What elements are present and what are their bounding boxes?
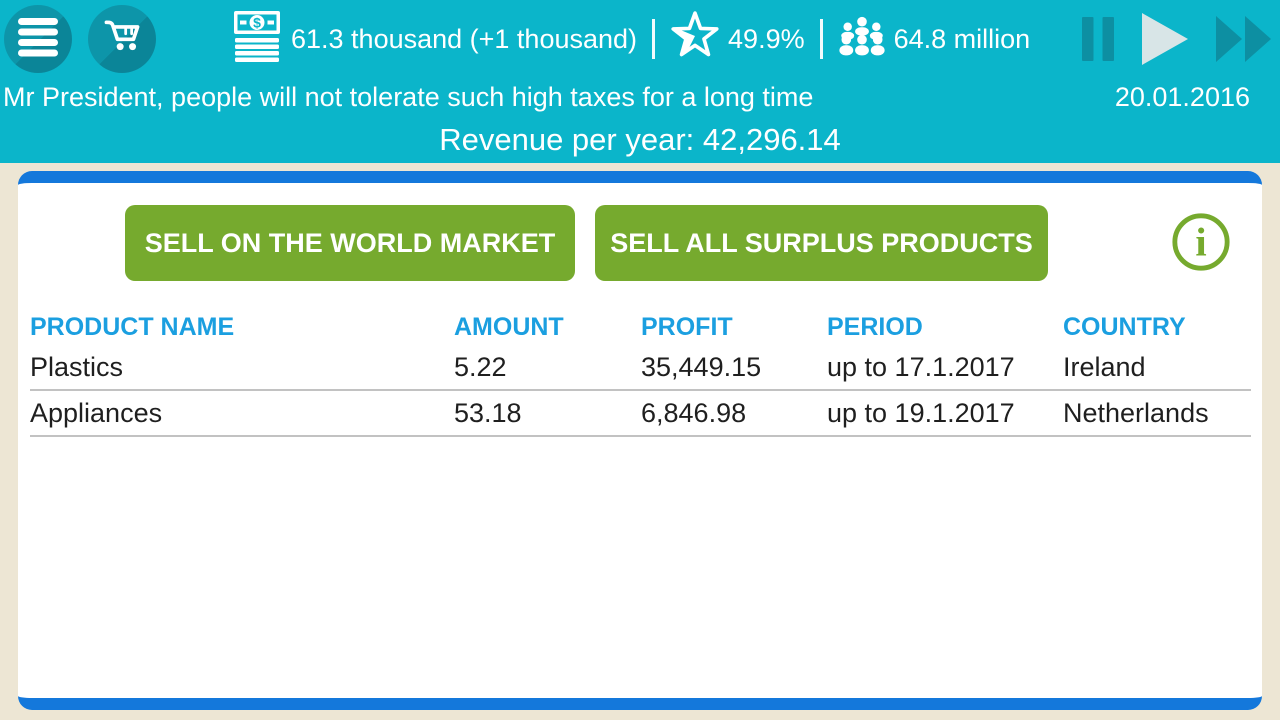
cell-country: Ireland bbox=[1063, 352, 1251, 383]
population-icon bbox=[838, 14, 886, 65]
hamburger-menu-icon bbox=[17, 17, 59, 62]
game-date: 20.01.2016 bbox=[1115, 82, 1250, 113]
shopping-cart-icon bbox=[100, 15, 144, 64]
cell-profit: 35,449.15 bbox=[641, 352, 827, 383]
svg-text:$: $ bbox=[253, 15, 261, 31]
star-icon bbox=[670, 11, 720, 68]
fast-forward-icon[interactable] bbox=[1216, 16, 1272, 62]
rating-value: 49.9% bbox=[728, 24, 805, 55]
stat-divider bbox=[820, 19, 823, 59]
stat-divider bbox=[652, 19, 655, 59]
menu-button[interactable] bbox=[4, 5, 72, 73]
cell-amount: 53.18 bbox=[454, 398, 641, 429]
top-status-bar: $ 61.3 thousand (+1 thousand) bbox=[0, 0, 1280, 163]
info-icon: i bbox=[1170, 261, 1232, 276]
money-value: 61.3 thousand (+1 thousand) bbox=[291, 24, 637, 55]
advisor-message: Mr President, people will not tolerate s… bbox=[3, 82, 813, 113]
money-stack-icon: $ bbox=[233, 9, 283, 69]
products-table: PRODUCT NAME AMOUNT PROFIT PERIOD COUNTR… bbox=[30, 309, 1251, 437]
cell-product-name: Plastics bbox=[30, 352, 454, 383]
play-icon[interactable] bbox=[1142, 13, 1188, 65]
revenue-line: Revenue per year: 42,296.14 bbox=[0, 122, 1280, 158]
table-row[interactable]: Plastics 5.22 35,449.15 up to 17.1.2017 … bbox=[30, 345, 1251, 391]
col-header-period: PERIOD bbox=[827, 313, 1063, 342]
main-panel: SELL ON THE WORLD MARKET SELL ALL SURPLU… bbox=[0, 163, 1280, 720]
cell-country: Netherlands bbox=[1063, 398, 1251, 429]
game-speed-controls bbox=[1082, 0, 1272, 78]
status-stats: $ 61.3 thousand (+1 thousand) bbox=[233, 0, 1030, 78]
svg-text:i: i bbox=[1195, 220, 1206, 265]
table-header-row: PRODUCT NAME AMOUNT PROFIT PERIOD COUNTR… bbox=[30, 309, 1251, 345]
col-header-amount: AMOUNT bbox=[454, 313, 641, 342]
sell-world-market-button[interactable]: SELL ON THE WORLD MARKET bbox=[125, 205, 575, 281]
shop-button[interactable] bbox=[88, 5, 156, 73]
rating-stat[interactable]: 49.9% bbox=[670, 11, 805, 68]
col-header-country: COUNTRY bbox=[1063, 313, 1251, 342]
population-stat[interactable]: 64.8 million bbox=[838, 14, 1031, 65]
cell-profit: 6,846.98 bbox=[641, 398, 827, 429]
cell-product-name: Appliances bbox=[30, 398, 454, 429]
money-stat[interactable]: $ 61.3 thousand (+1 thousand) bbox=[233, 9, 637, 69]
cell-period: up to 19.1.2017 bbox=[827, 398, 1063, 429]
table-row[interactable]: Appliances 53.18 6,846.98 up to 19.1.201… bbox=[30, 391, 1251, 437]
population-value: 64.8 million bbox=[894, 24, 1031, 55]
info-button[interactable]: i bbox=[1170, 211, 1232, 273]
sell-all-surplus-button[interactable]: SELL ALL SURPLUS PRODUCTS bbox=[595, 205, 1048, 281]
pause-icon[interactable] bbox=[1082, 17, 1114, 61]
products-card: SELL ON THE WORLD MARKET SELL ALL SURPLU… bbox=[18, 171, 1262, 710]
col-header-product-name: PRODUCT NAME bbox=[30, 313, 454, 342]
col-header-profit: PROFIT bbox=[641, 313, 827, 342]
advisor-message-row: Mr President, people will not tolerate s… bbox=[0, 82, 1280, 112]
cell-period: up to 17.1.2017 bbox=[827, 352, 1063, 383]
cell-amount: 5.22 bbox=[454, 352, 641, 383]
